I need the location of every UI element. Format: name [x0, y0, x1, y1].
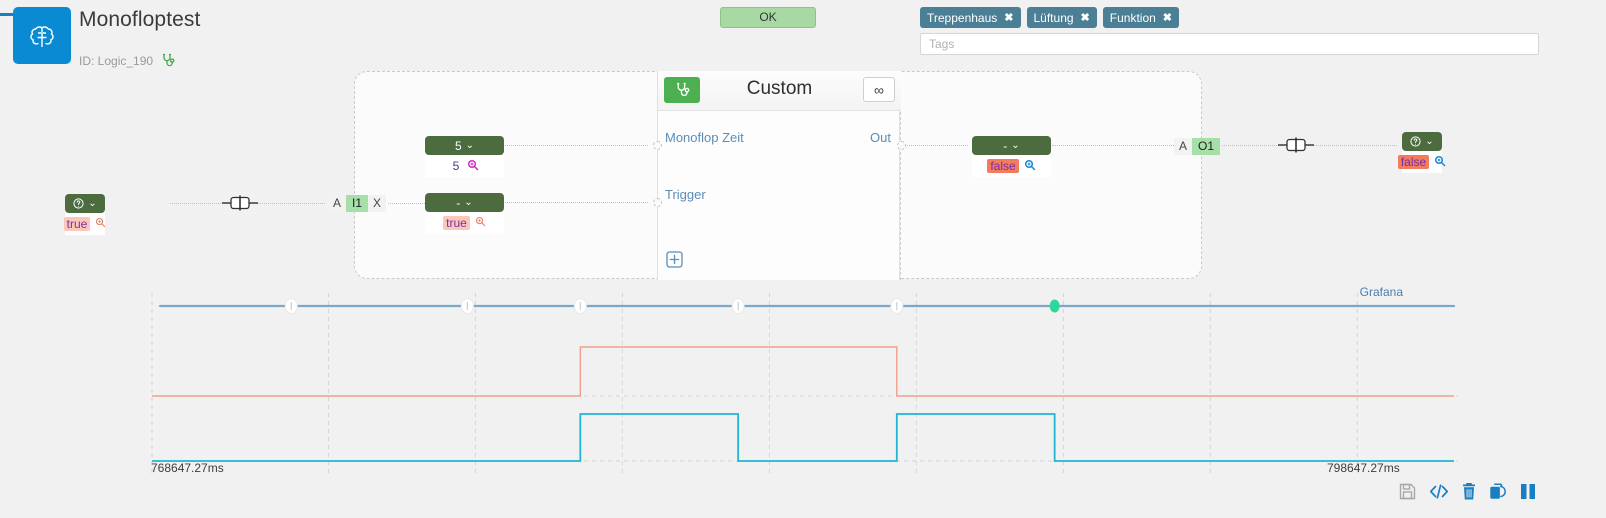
header-bar: Monofloptest ID: Logic_190 OK Treppenhau…: [0, 0, 1606, 68]
logic-id-label: ID: Logic_190: [79, 54, 154, 68]
value-chip: true: [63, 217, 91, 231]
question-circle-icon: [73, 198, 84, 209]
out-value-selector[interactable]: - ⌄: [972, 136, 1051, 155]
port-label-monoflop-zeit: Monoflop Zeit: [665, 130, 744, 145]
output-sink-value-row: false: [1397, 151, 1446, 173]
trash-icon[interactable]: [1461, 483, 1477, 503]
chart-end-time: 798647.27ms: [1327, 461, 1400, 475]
question-circle-icon: [1410, 136, 1421, 147]
monoflop-time-value-row: 5: [425, 155, 504, 177]
tag-list: Treppenhaus ✖ Lüftung ✖ Funktion ✖: [920, 7, 1180, 28]
plus-box-icon[interactable]: [666, 251, 683, 268]
terminal-side: A: [1174, 138, 1193, 155]
monoflop-time-selector[interactable]: 5 ⌄: [425, 136, 504, 155]
port-dot-trigger[interactable]: [653, 198, 662, 207]
link-symbol-icon[interactable]: [1278, 136, 1314, 157]
code-icon[interactable]: [1429, 483, 1449, 503]
custom-block-header: Custom ∞: [658, 71, 901, 111]
chart-source-label[interactable]: Grafana: [1360, 285, 1403, 299]
port-dot-monoflop-zeit[interactable]: [653, 141, 662, 150]
trigger-head-label: -: [456, 195, 461, 210]
trigger-value-row: true: [425, 212, 504, 234]
magnifier-icon[interactable]: [1434, 155, 1446, 170]
port-label-out: Out: [870, 130, 891, 145]
magnifier-icon[interactable]: [95, 217, 106, 231]
terminal-name: O1: [1192, 138, 1221, 155]
magnifier-icon[interactable]: [475, 216, 486, 230]
input-source-node: ⌄ true: [63, 194, 106, 235]
tag-chip[interactable]: Funktion ✖: [1102, 7, 1180, 28]
copy-icon[interactable]: [1489, 483, 1507, 503]
chevron-down-icon: ⌄: [465, 140, 475, 151]
monoflop-time-head-label: 5: [454, 138, 462, 153]
value-chip: true: [443, 216, 470, 230]
pause-icon[interactable]: [1519, 483, 1537, 503]
save-icon[interactable]: [1399, 483, 1416, 503]
terminal-input[interactable]: A I1 X: [328, 195, 387, 212]
timeline-chart[interactable]: Grafana 768647.27ms 798647.27ms: [0, 283, 1606, 483]
input-source-selector[interactable]: ⌄: [65, 194, 105, 213]
infinity-button[interactable]: ∞: [863, 77, 895, 102]
tags-input[interactable]: [920, 33, 1539, 55]
value-chip: false: [1397, 155, 1430, 169]
close-icon[interactable]: ✖: [1081, 11, 1090, 24]
footer-toolbar: [0, 480, 1606, 518]
output-sink-selector[interactable]: ⌄: [1402, 132, 1442, 151]
monoflop-time-node: 5 ⌄ 5: [425, 136, 504, 177]
close-icon[interactable]: ✖: [1163, 11, 1172, 24]
page-title: Monofloptest: [79, 8, 201, 31]
chevron-down-icon: ⌄: [1425, 136, 1434, 147]
wire-out: [905, 145, 968, 146]
custom-block: Custom ∞ Monoflop Zeit Trigger Out: [653, 71, 906, 280]
tag-chip[interactable]: Lüftung ✖: [1026, 7, 1097, 28]
trigger-selector[interactable]: - ⌄: [425, 193, 504, 212]
value-chip: 5: [452, 159, 460, 173]
value-chip: false: [987, 159, 1019, 173]
terminal-side: A: [328, 195, 347, 212]
chevron-down-icon: ⌄: [1011, 140, 1020, 151]
ok-button[interactable]: OK: [720, 7, 816, 28]
wire-trigger: [505, 202, 648, 203]
brain-icon: [13, 7, 71, 64]
terminal-name: I1: [346, 195, 369, 212]
port-label-trigger: Trigger: [665, 187, 706, 202]
out-value-row: false: [972, 155, 1051, 177]
out-value-node: - ⌄ false: [972, 136, 1051, 177]
chevron-down-icon: ⌄: [464, 197, 473, 208]
terminal-suffix: X: [368, 195, 387, 212]
trigger-node: - ⌄ true: [425, 193, 504, 234]
out-head-label: -: [1003, 138, 1008, 153]
output-sink-node: ⌄ false: [1397, 132, 1446, 173]
stethoscope-icon[interactable]: [161, 53, 175, 71]
tag-label: Lüftung: [1033, 10, 1074, 25]
chart-start-time: 768647.27ms: [151, 461, 224, 475]
input-source-value-row: true: [63, 213, 106, 235]
wire-monoflop-time: [505, 145, 648, 146]
collapse-indicator: [0, 13, 14, 16]
tag-label: Funktion: [1109, 10, 1156, 25]
tag-label: Treppenhaus: [927, 10, 998, 25]
chevron-down-icon: ⌄: [88, 198, 97, 209]
tag-chip[interactable]: Treppenhaus ✖: [920, 7, 1021, 28]
link-symbol-icon[interactable]: [222, 194, 258, 215]
magnifier-icon[interactable]: [467, 159, 479, 174]
close-icon[interactable]: ✖: [1004, 11, 1013, 24]
magnifier-icon[interactable]: [1024, 159, 1036, 174]
terminal-output[interactable]: A O1: [1174, 138, 1221, 155]
chart-surface[interactable]: [0, 283, 1606, 483]
wire-out-to-terminal: [1052, 145, 1174, 146]
